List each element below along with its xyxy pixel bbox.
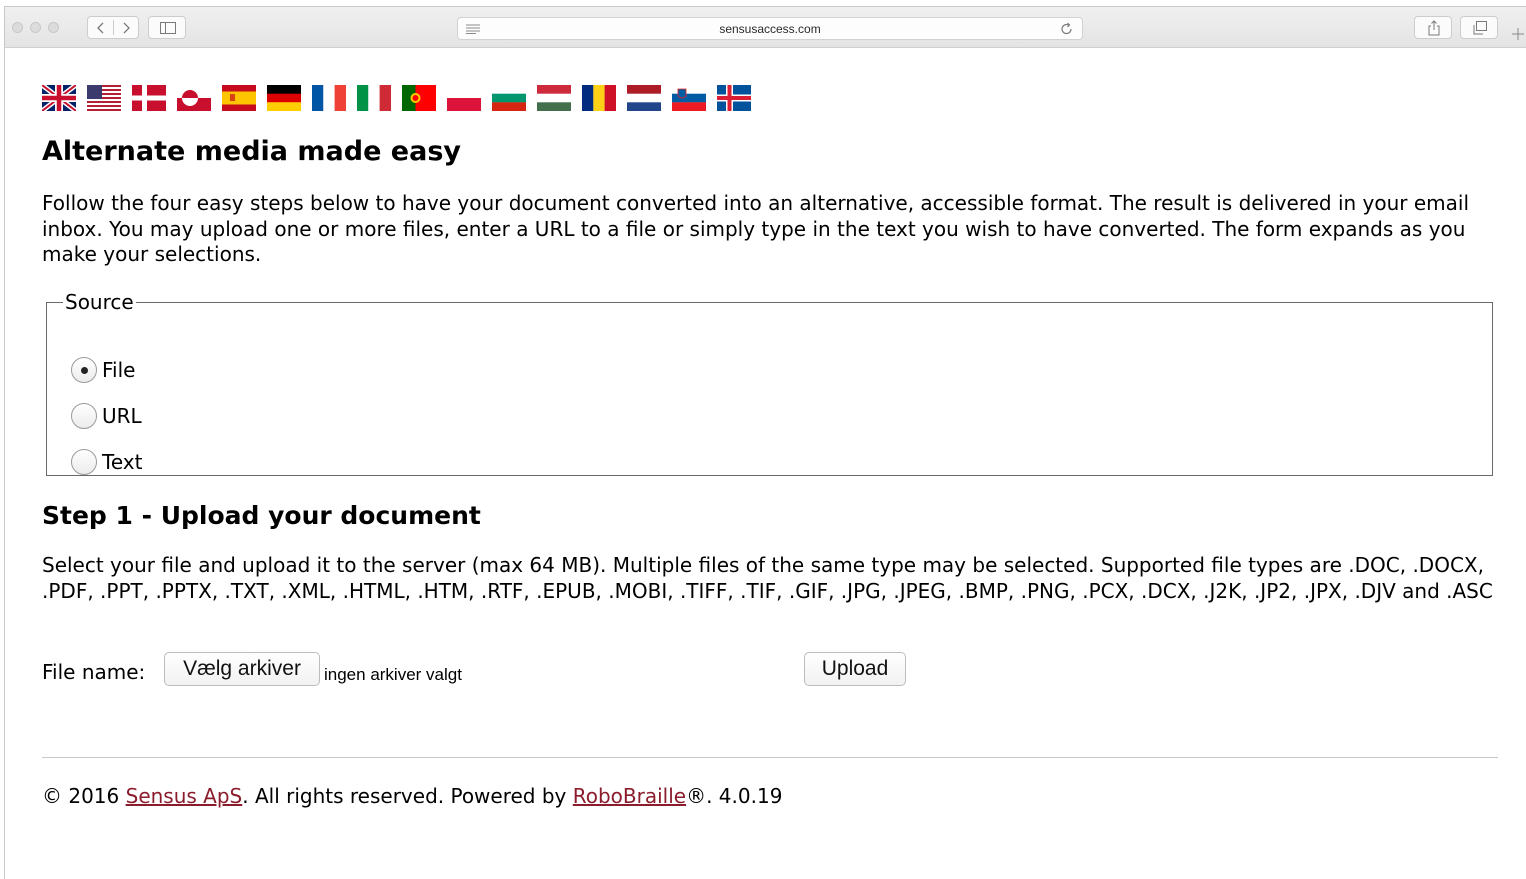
- share-button[interactable]: [1414, 16, 1452, 39]
- step1-title: Step 1 - Upload your document: [42, 501, 481, 530]
- step1-description: Select your file and upload it to the se…: [42, 553, 1493, 603]
- footer-middle-text: . All rights reserved. Powered by: [242, 784, 573, 808]
- file-name-label: File name:: [42, 660, 146, 684]
- back-forward-buttons: [87, 16, 139, 39]
- source-fieldset: Source File URL Text: [46, 290, 1493, 476]
- flag-iceland-icon[interactable]: [717, 85, 751, 111]
- flag-united-states-icon[interactable]: [87, 85, 121, 111]
- intro-text: Follow the four easy steps below to have…: [42, 191, 1470, 266]
- sidebar-button[interactable]: [148, 16, 186, 39]
- flag-france-icon[interactable]: [312, 85, 346, 111]
- file-radio-label: File: [102, 358, 136, 382]
- browser-toolbar: sensusaccess.com: [5, 7, 1526, 48]
- flag-hungary-icon[interactable]: [537, 85, 571, 111]
- robobraille-link[interactable]: RoboBraille: [573, 784, 686, 808]
- flag-united-kingdom-icon[interactable]: [42, 85, 76, 111]
- source-legend: Source: [65, 290, 134, 314]
- file-upload-row: File name: Vælg arkiver ingen arkiver va…: [42, 652, 942, 692]
- tabs-overview-button[interactable]: [1460, 16, 1498, 39]
- footer-copyright: © 2016: [42, 784, 126, 808]
- close-window-button[interactable]: [12, 22, 23, 33]
- page-title: Alternate media made easy: [42, 136, 461, 167]
- flag-romania-icon[interactable]: [582, 85, 616, 111]
- flag-spain-icon[interactable]: [222, 85, 256, 111]
- flag-slovenia-icon[interactable]: [672, 85, 706, 111]
- reload-icon[interactable]: [1060, 22, 1074, 36]
- flag-greenland-icon[interactable]: [177, 85, 211, 111]
- new-tab-icon[interactable]: [1511, 27, 1525, 41]
- text-radio[interactable]: [71, 449, 97, 475]
- flag-portugal-icon[interactable]: [402, 85, 436, 111]
- footer: © 2016 Sensus ApS. All rights reserved. …: [42, 784, 782, 808]
- file-radio[interactable]: [71, 357, 97, 383]
- tabs-icon: [1473, 21, 1487, 35]
- no-file-selected-text: ingen arkiver valgt: [324, 665, 462, 684]
- zoom-window-button[interactable]: [48, 22, 59, 33]
- address-bar[interactable]: sensusaccess.com: [457, 17, 1083, 40]
- text-radio-label: Text: [102, 450, 143, 474]
- source-option-text[interactable]: Text: [71, 447, 142, 477]
- flag-italy-icon[interactable]: [357, 85, 391, 111]
- flag-bulgaria-icon[interactable]: [492, 85, 526, 111]
- url-radio-label: URL: [102, 404, 142, 428]
- upload-button[interactable]: Upload: [804, 652, 906, 686]
- flag-denmark-icon[interactable]: [132, 85, 166, 111]
- source-option-url[interactable]: URL: [71, 401, 142, 431]
- url-radio[interactable]: [71, 403, 97, 429]
- share-icon: [1428, 20, 1440, 36]
- back-icon[interactable]: [96, 22, 106, 34]
- footer-divider: [42, 757, 1498, 758]
- forward-icon[interactable]: [121, 22, 131, 34]
- flag-netherlands-icon[interactable]: [627, 85, 661, 111]
- url-text: sensusaccess.com: [719, 22, 821, 36]
- flag-germany-icon[interactable]: [267, 85, 301, 111]
- sensus-link[interactable]: Sensus ApS: [126, 784, 243, 808]
- choose-files-button[interactable]: Vælg arkiver: [164, 652, 320, 686]
- sidebar-icon: [160, 22, 176, 34]
- footer-version: ®. 4.0.19: [686, 784, 783, 808]
- minimize-window-button[interactable]: [30, 22, 41, 33]
- browser-window: sensusaccess.com Alternate media made ea…: [4, 6, 1526, 879]
- flag-poland-icon[interactable]: [447, 85, 481, 111]
- source-option-file[interactable]: File: [71, 355, 135, 385]
